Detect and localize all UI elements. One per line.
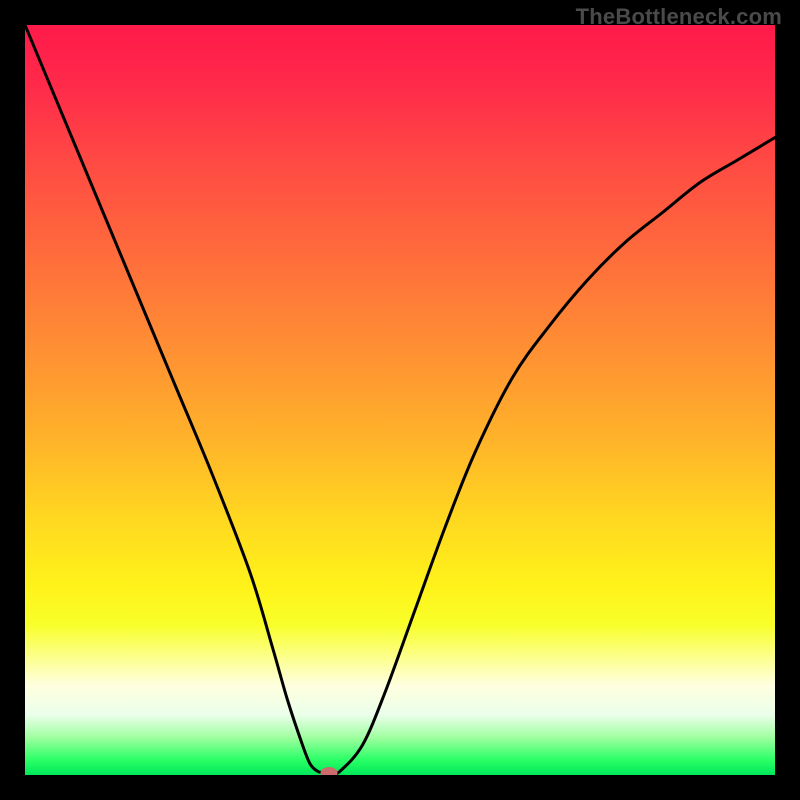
curve-path: [25, 25, 775, 774]
optimum-marker: [320, 767, 337, 775]
watermark-text: TheBottleneck.com: [576, 4, 782, 30]
plot-area: [25, 25, 775, 775]
bottleneck-curve: [25, 25, 775, 775]
chart-frame: TheBottleneck.com: [0, 0, 800, 800]
